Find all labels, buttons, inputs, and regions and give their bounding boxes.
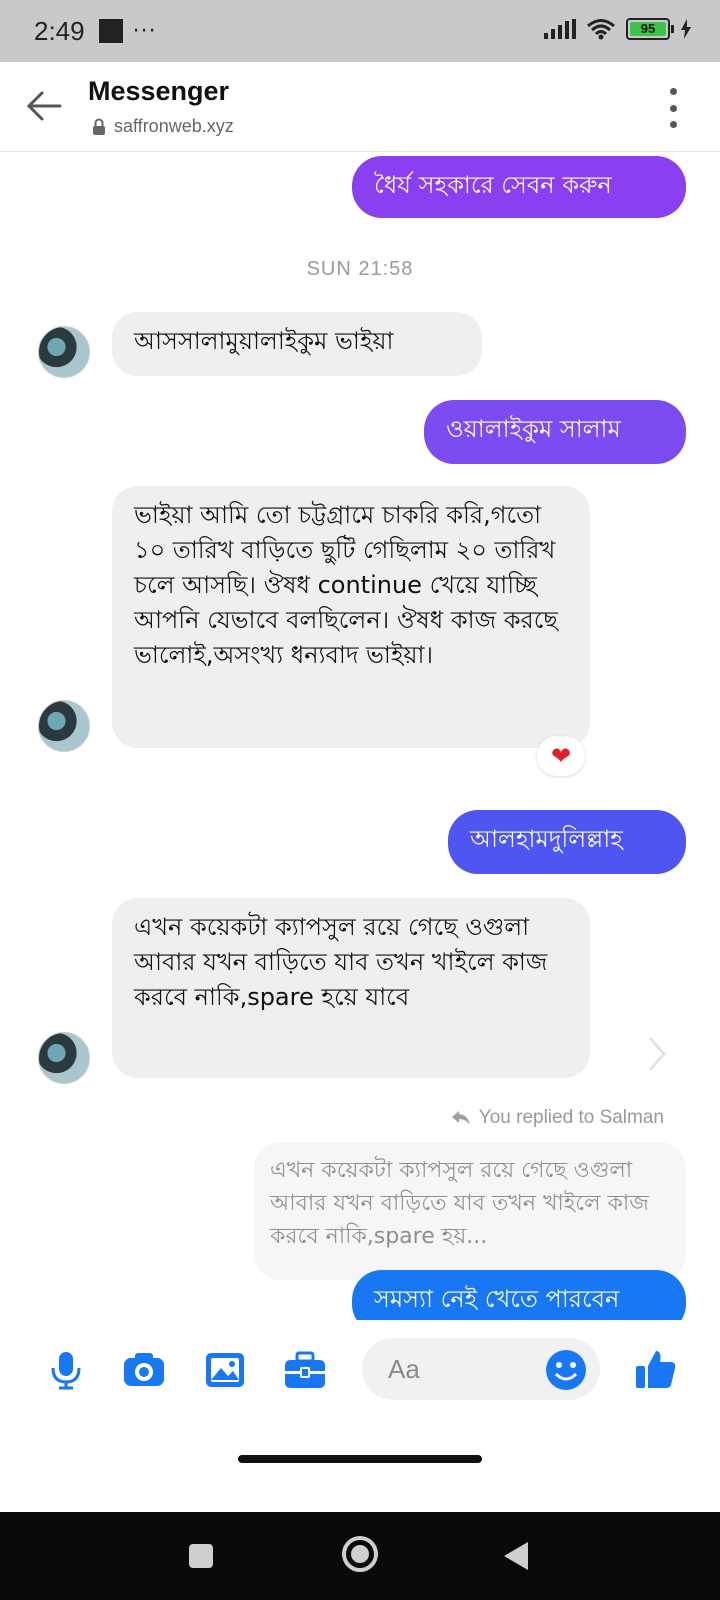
microphone-icon[interactable] (44, 1348, 88, 1392)
message-outgoing[interactable]: সমস্যা নেই খেতে পারবেন (352, 1270, 686, 1320)
back-arrow-icon[interactable] (22, 84, 66, 128)
battery-icon: 95 (626, 18, 674, 40)
message-incoming[interactable]: ভাইয়া আমি তো চট্টগ্রামে চাকরি করি,গতো ১… (112, 486, 590, 748)
lock-icon (93, 118, 105, 135)
briefcase-icon[interactable] (283, 1348, 327, 1392)
emoji-icon[interactable] (544, 1348, 588, 1392)
system-nav-bar (0, 1512, 720, 1600)
reply-arrow-icon (451, 1111, 470, 1125)
heart-icon[interactable]: ❤ (537, 736, 585, 776)
wifi-icon (587, 19, 615, 40)
camera-icon[interactable] (122, 1348, 166, 1392)
avatar[interactable] (38, 700, 90, 752)
thumbs-up-icon[interactable] (634, 1348, 678, 1392)
message-outgoing[interactable]: আলহামদুলিল্লাহ (448, 810, 686, 874)
more-vertical-icon[interactable] (666, 88, 680, 128)
back-icon[interactable] (502, 1540, 530, 1572)
timestamp: SUN 21:58 (306, 258, 414, 280)
message-outgoing[interactable]: ধৈর্য সহকারে সেবন করুন (352, 156, 686, 218)
recents-icon[interactable] (187, 1542, 215, 1570)
battery-level: 95 (630, 22, 666, 36)
status-bar: 2:49 ··· 95 (0, 0, 720, 62)
chevron-right-icon[interactable] (642, 1032, 672, 1076)
status-time: 2:49 (34, 15, 85, 46)
home-indicator (238, 1455, 482, 1463)
message-outgoing[interactable]: ওয়ালাইকুম সালাম (424, 400, 686, 464)
quoted-message[interactable]: এখন কয়েকটা ক্যাপসুল রয়ে গেছে ওগুলা আবা… (254, 1142, 686, 1280)
message-incoming[interactable]: এখন কয়েকটা ক্যাপসুল রয়ে গেছে ওগুলা আবা… (112, 898, 590, 1078)
avatar[interactable] (38, 1032, 90, 1084)
chat-area[interactable]: ধৈর্য সহকারে সেবন করুন SUN 21:58 আসসালাম… (0, 152, 720, 1320)
page-title: Messenger (88, 76, 230, 106)
avatar[interactable] (38, 326, 90, 378)
url-display: saffronweb.xyz (92, 116, 234, 137)
reply-indicator: You replied to Salman (451, 1107, 664, 1129)
composer-bar: Aa (0, 1320, 720, 1420)
home-icon[interactable] (340, 1534, 380, 1574)
url-text: saffronweb.xyz (114, 116, 234, 136)
message-incoming[interactable]: আসসালামুয়ালাইকুম ভাইয়া (112, 312, 482, 376)
status-right: 95 (544, 18, 692, 40)
app-header: Messenger saffronweb.xyz (0, 62, 720, 152)
image-icon[interactable] (203, 1348, 247, 1392)
charging-icon (681, 19, 691, 39)
reply-label: You replied to Salman (478, 1107, 664, 1128)
signal-icon (544, 19, 576, 39)
notification-icon (98, 19, 123, 43)
status-dots: ··· (132, 18, 157, 44)
